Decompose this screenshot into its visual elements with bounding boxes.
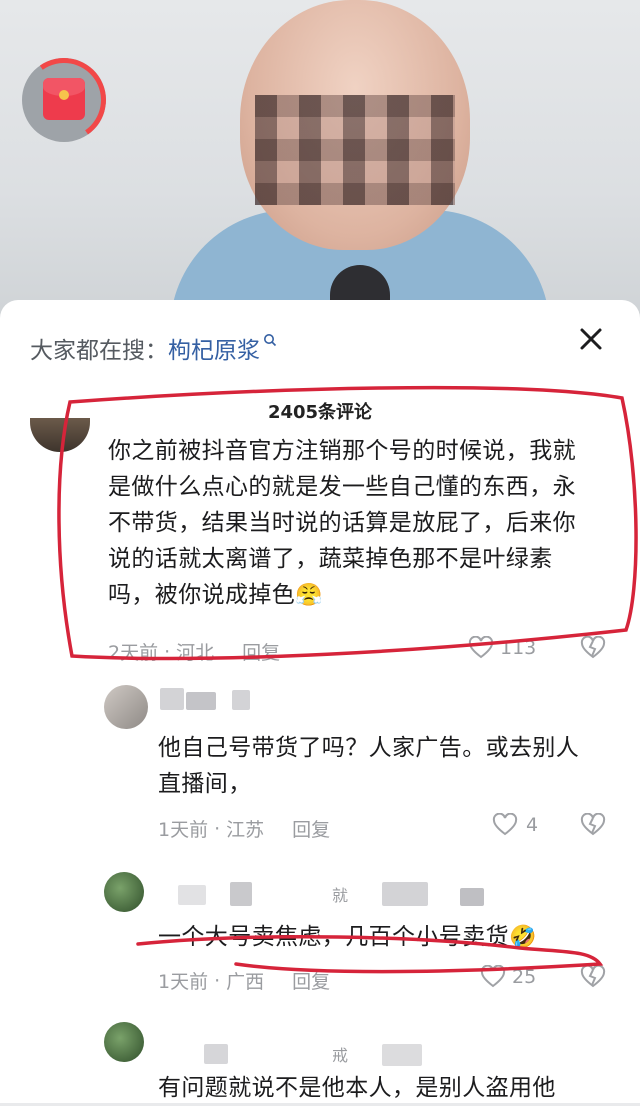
comment-time: 1天前 bbox=[158, 971, 209, 993]
comment-meta: 2天前 · 河北 回复 bbox=[108, 638, 280, 665]
angry-face-emoji: 😤 bbox=[295, 583, 323, 608]
video-player[interactable] bbox=[0, 0, 640, 320]
comment-location: 广西 bbox=[226, 971, 265, 993]
comment-location: 河北 bbox=[176, 642, 215, 664]
comment-body: 一个大号卖焦虑，几百个小号卖货 bbox=[158, 924, 509, 950]
meta-separator: · bbox=[214, 817, 221, 840]
comment-meta: 1天前 · 江苏 回复 bbox=[158, 815, 330, 842]
dislike-icon[interactable] bbox=[580, 965, 606, 989]
avatar[interactable] bbox=[104, 872, 144, 912]
comment-time: 2天前 bbox=[108, 642, 159, 664]
reply-button[interactable]: 回复 bbox=[292, 967, 330, 994]
red-envelope-shape bbox=[43, 78, 85, 120]
blurred-username bbox=[178, 885, 206, 905]
meta-separator: · bbox=[164, 640, 171, 663]
search-suggestion[interactable]: 大家都在搜： 枸杞原浆 bbox=[30, 328, 277, 368]
like-button[interactable]: 113 bbox=[468, 636, 536, 660]
blurred-username bbox=[204, 1044, 228, 1064]
comment-text: 有问题就说不是他本人，是别人盗用他 bbox=[158, 1075, 556, 1101]
search-suggestion-label: 大家都在搜： bbox=[30, 338, 168, 364]
blurred-username bbox=[382, 882, 428, 906]
video-frame-person bbox=[160, 0, 560, 320]
heart-icon bbox=[480, 965, 506, 989]
blurred-username bbox=[232, 690, 250, 710]
red-envelope-icon[interactable] bbox=[15, 51, 113, 149]
comment-text: 你之前被抖音官方注销那个号的时候说，我就是做什么点心的就是发一些自己懂的东西，永… bbox=[108, 433, 598, 614]
search-icon[interactable] bbox=[263, 333, 277, 351]
rolling-laughing-emoji: 🤣 bbox=[509, 925, 537, 950]
like-button[interactable]: 4 bbox=[492, 813, 538, 837]
heart-icon bbox=[492, 813, 518, 837]
blurred-username bbox=[230, 882, 252, 906]
heart-icon bbox=[468, 636, 494, 660]
avatar[interactable] bbox=[30, 418, 90, 452]
comment-text: 一个大号卖焦虑，几百个小号卖货🤣 bbox=[158, 919, 608, 956]
blurred-username bbox=[160, 688, 184, 710]
reply-button[interactable]: 回复 bbox=[292, 815, 330, 842]
meta-separator: · bbox=[214, 969, 221, 992]
comment-text: 他自己号带货了吗？人家广告。或去别人直播间， bbox=[158, 735, 580, 797]
face-mosaic bbox=[255, 95, 455, 205]
dislike-icon[interactable] bbox=[580, 813, 606, 837]
blurred-username bbox=[382, 1044, 422, 1066]
comment-meta: 1天前 · 广西 回复 bbox=[158, 967, 330, 994]
search-suggestion-keyword[interactable]: 枸杞原浆 bbox=[168, 331, 260, 365]
avatar[interactable] bbox=[104, 1022, 144, 1062]
comment-sheet: 大家都在搜： 枸杞原浆 2405条评论 你之前被抖音官方注销那个号的时候说，我就… bbox=[0, 300, 640, 1103]
comment-location: 江苏 bbox=[226, 819, 265, 841]
avatar[interactable] bbox=[104, 685, 148, 729]
blurred-username-fragment: 戒 bbox=[332, 1046, 349, 1065]
comment-body: 你之前被抖音官方注销那个号的时候说，我就是做什么点心的就是发一些自己懂的东西，永… bbox=[108, 438, 576, 608]
blurred-username-fragment: 就 bbox=[332, 886, 349, 905]
like-count: 4 bbox=[526, 814, 539, 836]
like-count: 25 bbox=[512, 966, 537, 988]
blurred-username bbox=[186, 692, 216, 710]
like-button[interactable]: 25 bbox=[480, 965, 536, 989]
like-count: 113 bbox=[500, 637, 537, 659]
comment-time: 1天前 bbox=[158, 819, 209, 841]
blurred-username bbox=[460, 888, 484, 906]
close-icon[interactable] bbox=[574, 322, 608, 356]
dislike-icon[interactable] bbox=[580, 636, 606, 660]
reply-button[interactable]: 回复 bbox=[242, 638, 280, 665]
comment-count: 2405条评论 bbox=[267, 402, 373, 423]
